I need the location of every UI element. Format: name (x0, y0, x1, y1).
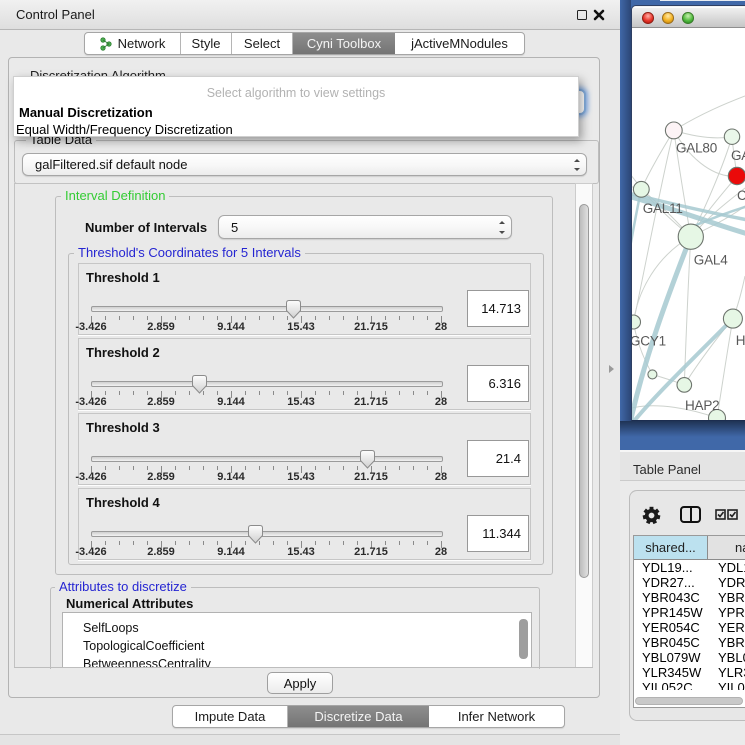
svg-text:GCY1: GCY1 (632, 334, 666, 349)
svg-text:GAL11: GAL11 (643, 201, 683, 216)
svg-text:GAL4: GAL4 (694, 253, 728, 268)
svg-text:HAP2: HAP2 (685, 398, 719, 413)
svg-text:GAL80: GAL80 (676, 141, 717, 156)
svg-text:C: C (737, 188, 745, 203)
svg-text:H: H (736, 333, 745, 348)
svg-text:GA: GA (731, 148, 745, 163)
